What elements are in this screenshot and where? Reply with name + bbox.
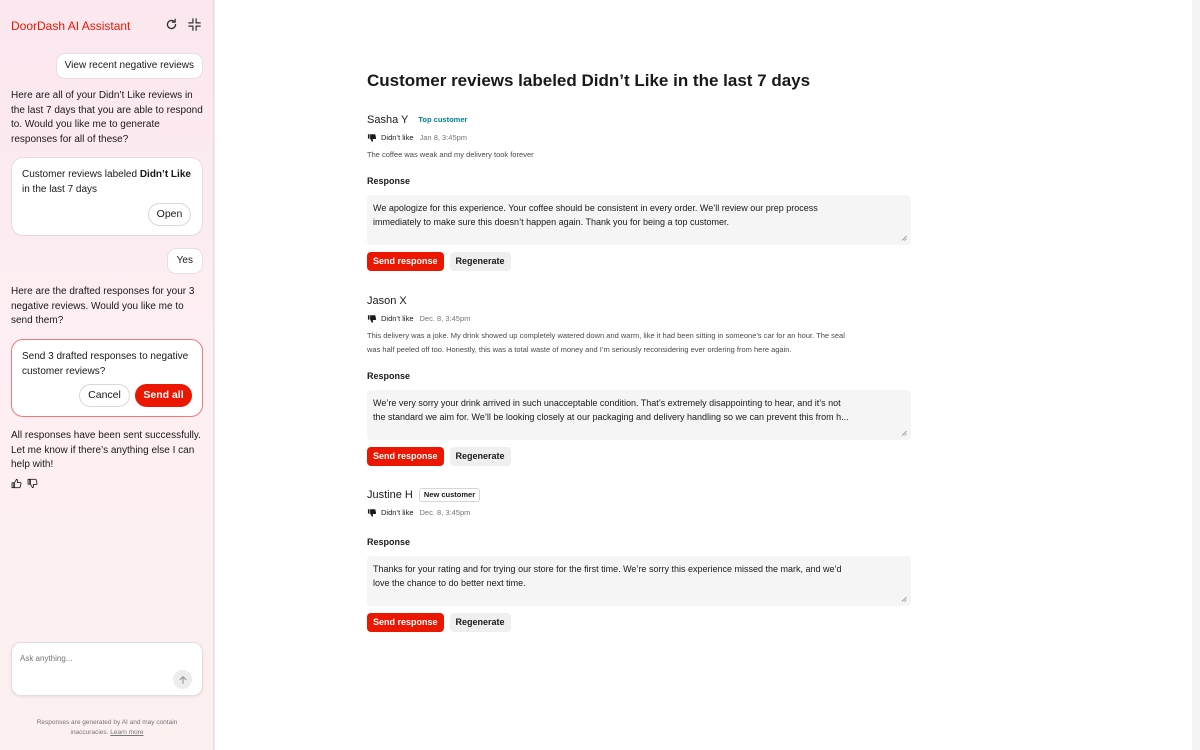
assistant-message: Here are all of your Didn’t Like reviews… bbox=[11, 90, 203, 145]
arrow-up-icon bbox=[179, 675, 186, 684]
rating-label: Didn’t like bbox=[381, 508, 414, 517]
response-label: Response bbox=[367, 537, 411, 547]
response-textarea[interactable]: Thanks for your rating and for trying ou… bbox=[367, 556, 911, 606]
regenerate-button[interactable]: Regenerate bbox=[449, 613, 511, 632]
customer-badge: New customer bbox=[418, 488, 481, 502]
rating-label: Didn’t like bbox=[381, 133, 414, 142]
regenerate-button[interactable]: Regenerate bbox=[449, 252, 511, 271]
response-textarea[interactable]: We apologize for this experience. Your c… bbox=[367, 195, 911, 245]
response-line: immediately to make sure this doesn’t ha… bbox=[373, 217, 730, 227]
resize-grip-icon[interactable] bbox=[901, 430, 907, 436]
ask-input[interactable] bbox=[20, 651, 170, 665]
rating-label: Didn’t like bbox=[381, 314, 414, 323]
card-text: Customer reviews labeled Didn’t Like in … bbox=[22, 169, 191, 195]
response-line: love the chance to do better next time. bbox=[373, 578, 526, 588]
review-date: Dec. 8, 3:45pm bbox=[419, 314, 471, 323]
response-line: Thanks for your rating and for trying ou… bbox=[373, 564, 842, 574]
card-text: Send 3 drafted responses to negative cus… bbox=[22, 351, 189, 377]
collapse-icon[interactable] bbox=[188, 18, 201, 31]
response-label: Response bbox=[367, 371, 411, 381]
review-text-line: This delivery was a joke. My drink showe… bbox=[367, 331, 845, 340]
send-response-button[interactable]: Send response bbox=[367, 447, 444, 466]
regenerate-button[interactable]: Regenerate bbox=[449, 447, 511, 466]
review-text: This delivery was a joke. My drink showe… bbox=[367, 329, 912, 357]
resize-grip-icon[interactable] bbox=[901, 235, 907, 241]
review-item: Sasha Y Top customer Didn’t like Jan 8, … bbox=[367, 113, 912, 271]
refresh-icon[interactable] bbox=[165, 18, 178, 31]
review-item: Jason X Didn’t like Dec. 8, 3:45pm This … bbox=[367, 294, 912, 466]
page-title: Customer reviews labeled Didn’t Like in … bbox=[367, 71, 811, 90]
send-message-button[interactable] bbox=[173, 670, 192, 689]
send-response-button[interactable]: Send response bbox=[367, 613, 444, 632]
assistant-message: All responses have been sent successfull… bbox=[11, 430, 201, 470]
feedback-buttons bbox=[11, 478, 38, 489]
ask-box bbox=[11, 642, 203, 696]
send-response-button[interactable]: Send response bbox=[367, 252, 444, 271]
user-message-bubble: Yes bbox=[166, 248, 203, 274]
response-line: We apologize for this experience. Your c… bbox=[373, 203, 818, 213]
reviewer-name: Justine H bbox=[367, 489, 413, 501]
reviewer-name: Jason X bbox=[367, 295, 407, 307]
sidebar-header: DoorDash AI Assistant bbox=[11, 18, 201, 35]
customer-badge: Top customer bbox=[414, 114, 472, 126]
thumbs-up-icon[interactable] bbox=[11, 478, 22, 489]
response-line: We’re very sorry your drink arrived in s… bbox=[373, 398, 841, 408]
ai-disclaimer: Responses are generated by AI and may co… bbox=[36, 719, 178, 736]
assistant-sidebar: DoorDash AI Assistant View recent negati… bbox=[0, 0, 214, 750]
reviewer-name: Sasha Y bbox=[367, 114, 409, 126]
user-message-bubble: View recent negative reviews bbox=[55, 53, 203, 79]
send-confirm-card: Send 3 drafted responses to negative cus… bbox=[11, 339, 203, 417]
reviews-panel: Customer reviews labeled Didn’t Like in … bbox=[215, 0, 1192, 750]
open-button[interactable]: Open bbox=[148, 203, 191, 226]
review-item: Justine H New customer Didn’t like Dec. … bbox=[367, 488, 912, 632]
review-date: Jan 8, 3:45pm bbox=[419, 133, 468, 142]
thumbs-down-icon bbox=[367, 508, 377, 518]
thumbs-down-icon bbox=[367, 314, 377, 324]
assistant-message: Here are the drafted responses for your … bbox=[11, 286, 195, 326]
response-textarea[interactable]: We’re very sorry your drink arrived in s… bbox=[367, 390, 911, 440]
resize-grip-icon[interactable] bbox=[901, 596, 907, 602]
thumbs-down-icon bbox=[367, 133, 377, 143]
response-line: the standard we aim for. We’ll be lookin… bbox=[373, 412, 849, 422]
review-text: The coffee was weak and my delivery took… bbox=[367, 150, 534, 159]
review-text-line: was half peeled off too. Honestly, this … bbox=[367, 345, 792, 354]
review-date: Dec. 8, 3:45pm bbox=[419, 508, 471, 517]
send-all-button[interactable]: Send all bbox=[135, 384, 192, 407]
scrollbar[interactable] bbox=[1192, 0, 1200, 750]
thumbs-down-icon[interactable] bbox=[27, 478, 38, 489]
response-label: Response bbox=[367, 176, 411, 186]
learn-more-link[interactable]: Learn more bbox=[110, 729, 143, 736]
reviews-result-card: Customer reviews labeled Didn’t Like in … bbox=[11, 157, 203, 236]
cancel-button[interactable]: Cancel bbox=[79, 384, 130, 407]
